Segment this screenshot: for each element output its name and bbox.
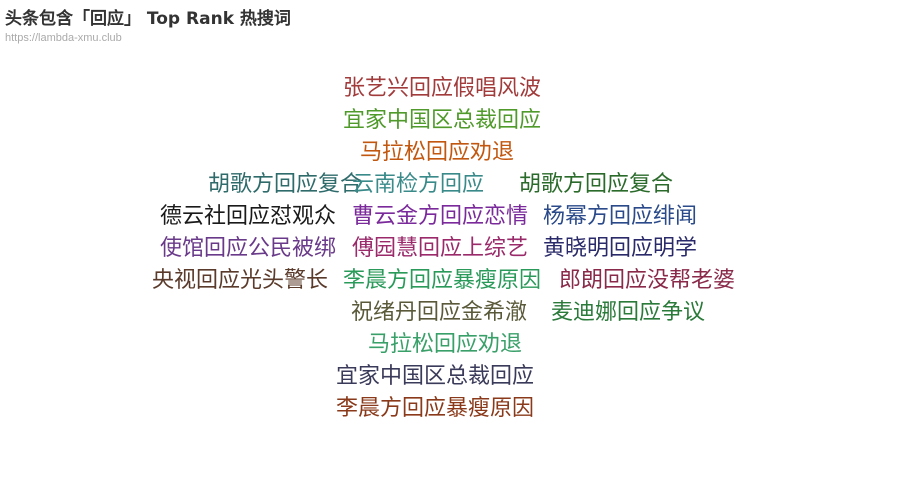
cloud-word[interactable]: 祝绪丹回应金希澈 — [351, 300, 527, 326]
cloud-word[interactable]: 宜家中国区总裁回应 — [343, 108, 541, 134]
cloud-word[interactable]: 马拉松回应劝退 — [360, 140, 514, 166]
cloud-word[interactable]: 德云社回应怼观众 — [160, 204, 336, 230]
cloud-word[interactable]: 李晨方回应暴瘦原因 — [343, 268, 541, 294]
cloud-word[interactable]: 杨幂方回应绯闻 — [543, 204, 697, 230]
cloud-word[interactable]: 央视回应光头警长 — [152, 268, 328, 294]
cloud-word[interactable]: 胡歌方回应复合 — [519, 172, 673, 198]
cloud-word[interactable]: 郎朗回应没帮老婆 — [559, 268, 735, 294]
word-cloud: 张艺兴回应假唱风波 宜家中国区总裁回应 马拉松回应劝退 胡歌方回应复合 云南检方回应 胡歌… — [0, 0, 900, 500]
cloud-word[interactable]: 曹云金方回应恋情 — [352, 204, 528, 230]
cloud-word[interactable]: 使馆回应公民被绑 — [160, 236, 336, 262]
cloud-word[interactable]: 宜家中国区总裁回应 — [336, 364, 534, 390]
cloud-word[interactable]: 云南检方回应 — [352, 172, 484, 198]
cloud-word[interactable]: 麦迪娜回应争议 — [551, 300, 705, 326]
cloud-word[interactable]: 胡歌方回应复合 — [208, 172, 362, 198]
cloud-word[interactable]: 李晨方回应暴瘦原因 — [336, 396, 534, 422]
cloud-word[interactable]: 黄晓明回应明学 — [543, 236, 697, 262]
cloud-word[interactable]: 傅园慧回应上综艺 — [352, 236, 528, 262]
cloud-word[interactable]: 马拉松回应劝退 — [368, 332, 522, 358]
cloud-word[interactable]: 张艺兴回应假唱风波 — [343, 76, 541, 102]
